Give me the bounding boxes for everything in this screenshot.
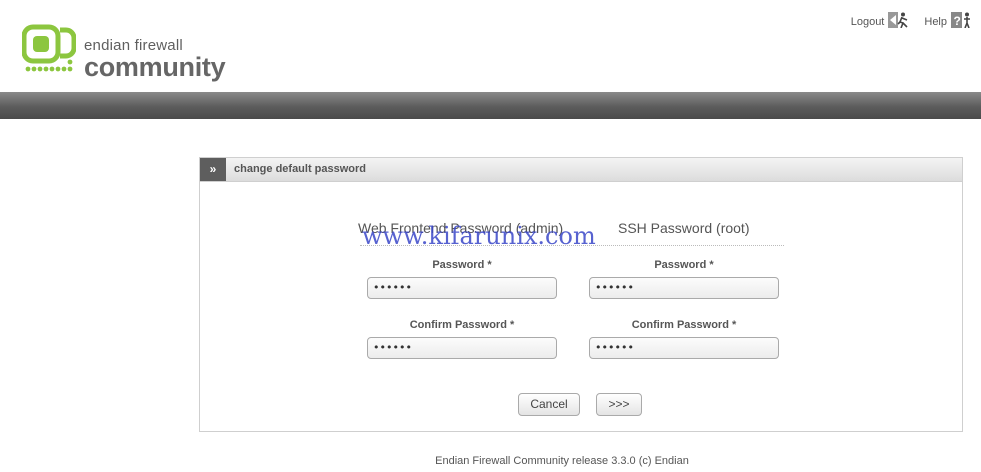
help-link[interactable]: Help ? — [924, 12, 971, 31]
brand-text: endian firewall community — [84, 38, 226, 82]
ssh-password-label: Password * — [654, 259, 714, 271]
help-label: Help — [924, 15, 947, 28]
header: endian firewall community Logout Help ? — [0, 0, 981, 93]
ssh-password-input[interactable]: •••••• — [589, 277, 779, 299]
svg-text:?: ? — [954, 14, 961, 28]
next-button[interactable]: >>> — [596, 393, 642, 416]
cancel-button[interactable]: Cancel — [518, 393, 580, 416]
ssh-confirm-input[interactable]: •••••• — [589, 337, 779, 359]
logout-label: Logout — [850, 15, 885, 28]
endian-logo-icon — [21, 24, 77, 79]
web-confirm-label: Confirm Password * — [409, 319, 515, 331]
web-confirm-input[interactable]: •••••• — [367, 337, 557, 359]
change-password-panel: » change default password Web Frontend P… — [199, 157, 963, 432]
panel-title: change default password — [234, 163, 367, 175]
web-password-input[interactable]: •••••• — [367, 277, 557, 299]
ssh-confirm-label: Confirm Password * — [631, 319, 737, 331]
collapse-arrow-icon[interactable]: » — [200, 158, 226, 181]
top-links: Logout Help ? — [837, 12, 971, 31]
navigation-bar — [0, 92, 981, 119]
web-password-label: Password * — [432, 259, 492, 271]
brand-line2: community — [84, 52, 226, 82]
logout-link[interactable]: Logout — [851, 12, 911, 31]
help-icon: ? — [951, 12, 971, 31]
ssh-password-heading: SSH Password (root) — [618, 220, 750, 236]
watermark: www.kifarunix.com — [362, 222, 596, 250]
logout-icon — [888, 12, 910, 31]
footer-text: Endian Firewall Community release 3.3.0 … — [435, 455, 689, 467]
panel-header: » change default password — [200, 158, 962, 182]
